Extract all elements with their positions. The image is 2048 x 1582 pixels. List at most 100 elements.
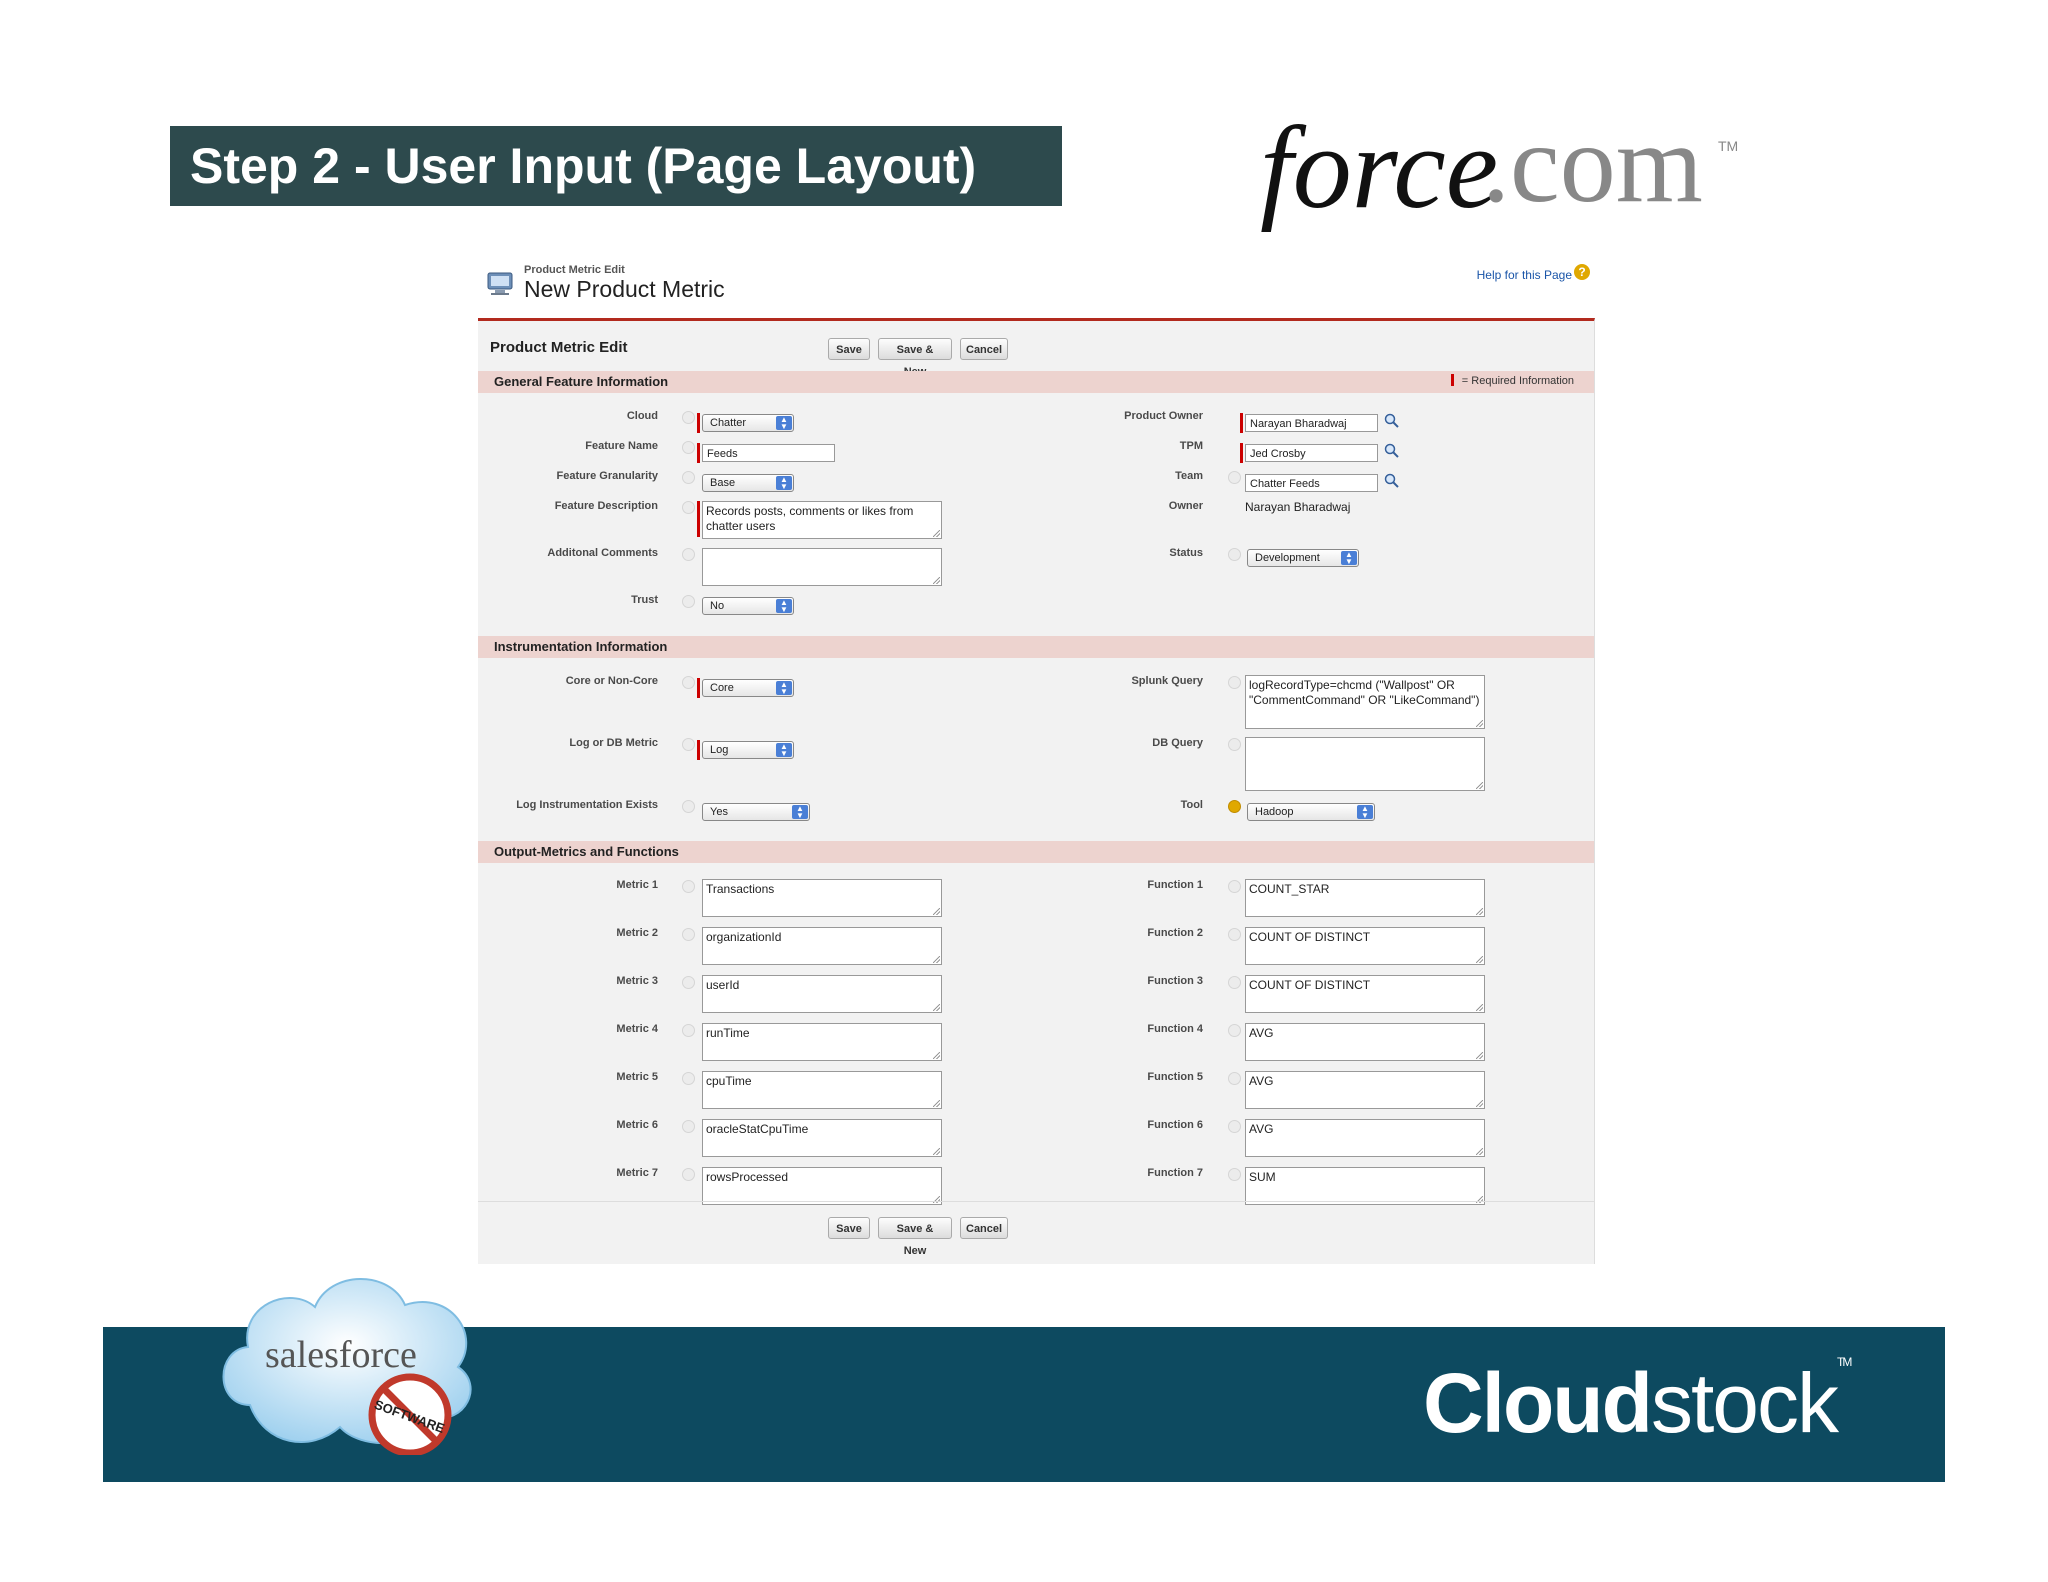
edit-title: Product Metric Edit — [490, 339, 628, 356]
save-new-button[interactable]: Save & New — [878, 338, 952, 378]
save-new-button[interactable]: Save & New — [878, 1217, 952, 1257]
metric-textarea[interactable]: cpuTime — [702, 1071, 942, 1109]
required-marker — [697, 678, 700, 698]
function-label: Function 2 — [1147, 927, 1203, 939]
metric-label: Metric 4 — [616, 1023, 658, 1035]
core-label: Core or Non-Core — [565, 675, 658, 687]
info-icon — [682, 471, 695, 484]
metric-textarea[interactable]: oracleStatCpuTime — [702, 1119, 942, 1157]
metric-label: Metric 2 — [616, 927, 658, 939]
select-arrows-icon: ▲ ▼ — [792, 805, 808, 820]
trust-label: Trust — [631, 594, 658, 606]
tpm-input[interactable]: Jed Crosby — [1245, 444, 1378, 462]
help-link[interactable]: Help for this Page — [1477, 268, 1572, 282]
metric-textarea[interactable]: userId — [702, 975, 942, 1013]
salesforce-screenshot: Product Metric Edit New Product Metric H… — [478, 258, 1596, 1264]
function-textarea[interactable]: COUNT_STAR — [1245, 879, 1485, 917]
info-icon — [682, 880, 695, 893]
metric-label: Metric 3 — [616, 975, 658, 987]
cloudstock-logo-rest: stock — [1650, 1356, 1839, 1450]
save-button[interactable]: Save — [828, 1217, 870, 1239]
info-icon — [1228, 1120, 1241, 1133]
cloud-value: Chatter — [710, 417, 747, 429]
lookup-icon[interactable] — [1384, 443, 1400, 459]
trust-value: No — [710, 600, 725, 612]
info-icon — [682, 976, 695, 989]
required-marker — [697, 443, 700, 463]
select-arrows-icon: ▲ ▼ — [1341, 551, 1357, 566]
product-owner-input[interactable]: Narayan Bharadwaj — [1245, 414, 1378, 432]
function-textarea[interactable]: AVG — [1245, 1119, 1485, 1157]
metric-label: Metric 7 — [616, 1167, 658, 1179]
tpm-label: TPM — [1179, 440, 1203, 452]
select-arrows-icon: ▲ ▼ — [776, 681, 792, 696]
trust-select[interactable]: No ▲ ▼ — [702, 597, 794, 615]
feature-name-input[interactable]: Feeds — [702, 444, 835, 462]
team-label: Team — [1175, 470, 1203, 482]
log-exists-select[interactable]: Yes ▲ ▼ — [702, 803, 810, 821]
info-icon — [682, 1072, 695, 1085]
select-arrows-icon: ▲ ▼ — [776, 743, 792, 758]
section-title: Output-Metrics and Functions — [494, 844, 679, 859]
page-subtitle: Product Metric Edit — [524, 264, 625, 276]
metric-label: Metric 6 — [616, 1119, 658, 1131]
cloud-select[interactable]: Chatter ▲ ▼ — [702, 414, 794, 432]
info-icon — [1228, 676, 1241, 689]
function-textarea[interactable]: COUNT OF DISTINCT — [1245, 975, 1485, 1013]
cloudstock-logo-tm: TM — [1837, 1355, 1852, 1369]
comments-textarea[interactable] — [702, 548, 942, 586]
db-query-label: DB Query — [1152, 737, 1203, 749]
info-icon — [682, 1024, 695, 1037]
metric-textarea[interactable]: organizationId — [702, 927, 942, 965]
function-label: Function 3 — [1147, 975, 1203, 987]
section-output: Output-Metrics and Functions — [478, 841, 1594, 863]
owner-label: Owner — [1168, 500, 1203, 512]
page-block-header: Product Metric Edit Save Save & New Canc… — [478, 321, 1594, 378]
lookup-icon[interactable] — [1384, 413, 1400, 429]
cancel-button[interactable]: Cancel — [960, 338, 1008, 360]
metric-textarea[interactable]: rowsProcessed — [702, 1167, 942, 1205]
cloud-label: Cloud — [626, 410, 658, 422]
tool-select[interactable]: Hadoop ▲ ▼ — [1247, 803, 1375, 821]
cloudstock-logo: CloudstockTM — [1423, 1355, 1852, 1452]
metric-label: Metric 5 — [616, 1071, 658, 1083]
lookup-icon[interactable] — [1384, 473, 1400, 489]
log-db-select[interactable]: Log ▲ ▼ — [702, 741, 794, 759]
info-icon — [682, 595, 695, 608]
footer-divider — [478, 1201, 1594, 1202]
function-textarea[interactable]: AVG — [1245, 1071, 1485, 1109]
info-icon — [1228, 928, 1241, 941]
edit-form: Product Metric Edit Save Save & New Canc… — [478, 318, 1595, 1264]
function-textarea[interactable]: SUM — [1245, 1167, 1485, 1205]
metric-textarea[interactable]: Transactions — [702, 879, 942, 917]
section-title: General Feature Information — [494, 374, 669, 389]
description-textarea[interactable]: Records posts, comments or likes from ch… — [702, 501, 942, 539]
splunk-textarea[interactable]: logRecordType=chcmd ("Wallpost" OR "Comm… — [1245, 675, 1485, 729]
team-input[interactable]: Chatter Feeds — [1245, 474, 1378, 492]
granularity-value: Base — [710, 477, 736, 489]
slide-title: Step 2 - User Input (Page Layout) — [170, 126, 1062, 206]
save-button[interactable]: Save — [828, 338, 870, 360]
cancel-button[interactable]: Cancel — [960, 1217, 1008, 1239]
metric-textarea[interactable]: runTime — [702, 1023, 942, 1061]
force-logo-suffix: .com — [1482, 102, 1703, 226]
select-arrows-icon: ▲ ▼ — [776, 476, 792, 491]
status-select[interactable]: Development ▲ ▼ — [1247, 549, 1359, 567]
info-icon — [682, 1120, 695, 1133]
granularity-select[interactable]: Base ▲ ▼ — [702, 474, 794, 492]
function-label: Function 7 — [1147, 1167, 1203, 1179]
function-label: Function 4 — [1147, 1023, 1203, 1035]
force-logo-word: force — [1260, 102, 1499, 233]
function-label: Function 1 — [1147, 879, 1203, 891]
info-icon — [682, 928, 695, 941]
info-icon — [1228, 1168, 1241, 1181]
function-textarea[interactable]: AVG — [1245, 1023, 1485, 1061]
required-marker — [697, 501, 700, 537]
help-icon[interactable]: ? — [1574, 264, 1590, 280]
section-title: Instrumentation Information — [494, 639, 668, 654]
db-query-textarea[interactable] — [1245, 737, 1485, 791]
function-textarea[interactable]: COUNT OF DISTINCT — [1245, 927, 1485, 965]
product-owner-label: Product Owner — [1124, 410, 1203, 422]
log-exists-value: Yes — [710, 806, 728, 818]
core-select[interactable]: Core ▲ ▼ — [702, 679, 794, 697]
